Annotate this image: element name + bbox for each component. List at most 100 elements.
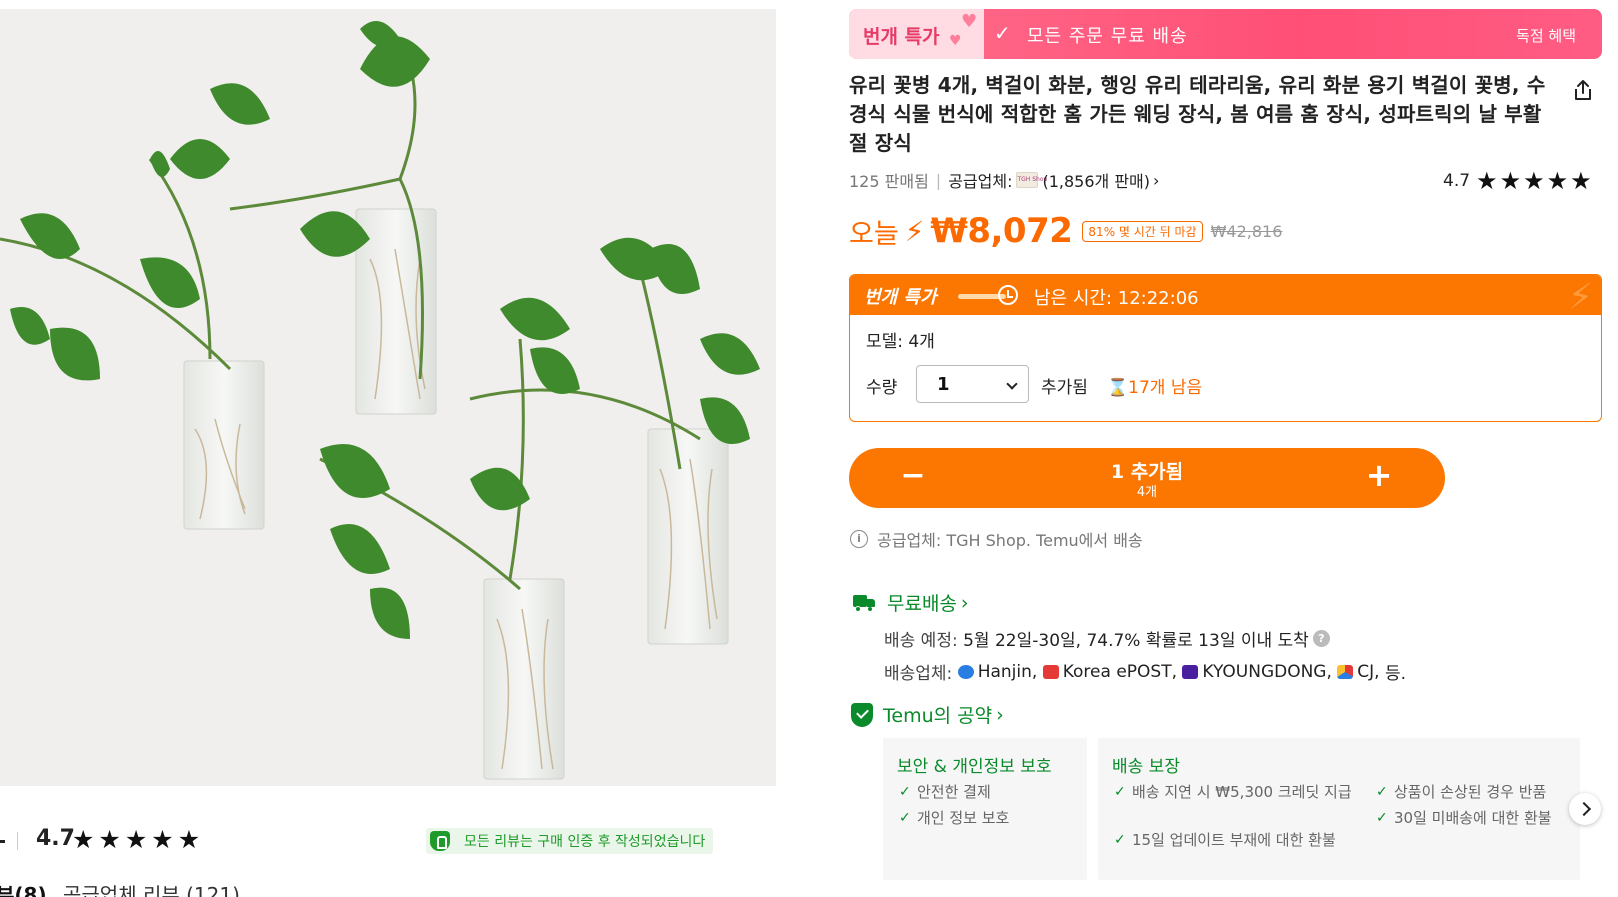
review-score: 4.7: [36, 826, 75, 851]
carrier-hanjin: Hanjin,: [977, 661, 1038, 682]
carousel-next-button[interactable]: [1569, 793, 1601, 825]
info-icon[interactable]: i: [850, 530, 868, 548]
carrier-cj: CJ,: [1357, 661, 1380, 682]
product-rating[interactable]: 4.7 ★ ★ ★ ★ ★: [1443, 168, 1592, 194]
quantity-value: 1: [937, 374, 950, 395]
carriers-line: 배송업체: Hanjin, Korea ePOST, KYOUNGDONG, C…: [884, 659, 1407, 685]
flash-sale-badge: 번개 특가 ♥ ♥: [849, 9, 984, 59]
glass-vase-3: [647, 428, 729, 645]
cart-added-variant: 4개: [1136, 485, 1158, 500]
supplier-note-text: 공급업체: TGH Shop. Temu에서 배송: [877, 531, 1143, 550]
review-stars: ★ ★ ★ ★ ★: [72, 827, 200, 853]
carrier-kyoungdong: KYOUNGDONG,: [1202, 661, 1332, 682]
chevron-right-icon: ›: [960, 591, 969, 614]
star-icon: ★: [1476, 167, 1498, 195]
time-remaining: 남은 시간: 12:22:06: [1034, 288, 1199, 309]
price-row: 오늘 ⚡ ₩8,072 81% 몇 시간 뒤 마감 ₩42,816: [849, 211, 1282, 251]
discount-deadline-badge: 81% 몇 시간 뒤 마감: [1082, 220, 1203, 242]
carriers-label: 배송업체:: [884, 664, 953, 684]
quantity-select[interactable]: 1: [916, 365, 1029, 403]
list-item: 30일 미배송에 대한 환불: [1376, 808, 1580, 829]
supplier-shipping-note: i 공급업체: TGH Shop. Temu에서 배송: [850, 527, 1143, 551]
shield-lock-icon: [430, 831, 450, 851]
verified-reviews-badge: 모든 리뷰는 구매 인증 후 작성되었습니다: [426, 828, 714, 854]
carriers-etc: 등.: [1385, 664, 1407, 684]
glass-vase-4: [483, 578, 565, 780]
list-item: 개인 정보 보호: [899, 808, 1009, 829]
glass-vase-1: [183, 360, 265, 530]
flash-sale-label: 번개 특가: [864, 287, 937, 308]
star-icon: ★: [98, 825, 121, 854]
heart-icon: ♥: [961, 11, 978, 32]
delivery-estimate-label: 배송 예정:: [884, 631, 958, 651]
supplier-label: 공급업체:: [948, 172, 1013, 191]
delivery-estimate: 배송 예정: 5월 22일-30일, 74.7% 확률로 13일 이내 도착 ?: [884, 626, 1330, 651]
carrier-korea-epost: Korea ePOST,: [1062, 661, 1177, 682]
countdown-timer: 12:22:06: [1117, 288, 1199, 309]
add-to-cart-button[interactable]: − 1 추가됨 4개 +: [849, 448, 1445, 508]
quantity-label: 수량: [866, 378, 898, 398]
clock-icon: [998, 285, 1018, 305]
kyoungdong-logo-icon: [1182, 664, 1199, 679]
star-half-icon: ★: [1570, 167, 1592, 195]
korea-epost-logo-icon: [1042, 664, 1059, 679]
current-price: ₩8,072: [930, 211, 1073, 251]
supplier-sales-link[interactable]: (1,856개 판매): [1042, 168, 1150, 192]
star-icon: ★: [1499, 167, 1522, 195]
supplier-logo[interactable]: TGH Shop: [1016, 172, 1047, 188]
model-option[interactable]: 모델: 4개: [866, 327, 935, 352]
product-meta: 125 판매됨 | 공급업체: TGH Shop (1,856개 판매) ›: [849, 168, 1159, 192]
flash-sale-header: 번개 특가 남은 시간: 12:22:06 ⚡: [850, 275, 1601, 318]
star-icon: ★: [124, 825, 148, 854]
share-icon[interactable]: [1571, 78, 1595, 102]
tab-supplier-reviews[interactable]: 공급업체 리뷰 (121): [63, 879, 240, 897]
lightning-icon: ⚡: [1567, 277, 1593, 318]
today-label: 오늘: [849, 218, 899, 250]
help-icon[interactable]: ?: [1312, 630, 1330, 647]
truck-icon: [849, 593, 877, 613]
hourglass-icon: ⌛: [1107, 378, 1129, 398]
star-icon: ★: [72, 825, 95, 854]
cart-added-label: 1 추가됨: [1110, 461, 1184, 483]
flash-sale-badge-label: 번개 특가: [863, 26, 940, 48]
truncated-mark: [0, 840, 5, 843]
list-item: 상품이 손상된 경우 반품: [1376, 782, 1580, 803]
stock-remaining: ⌛17개 남음: [1107, 378, 1203, 398]
security-card-title: 보안 & 개인정보 보호: [897, 757, 1052, 777]
chevron-right-icon: ›: [1153, 170, 1160, 190]
temu-promise-link[interactable]: Temu의 공약 ›: [851, 701, 1004, 728]
heart-icon: ♥: [949, 33, 962, 49]
increase-quantity-button[interactable]: +: [1361, 456, 1397, 494]
star-half-icon: ★: [177, 825, 201, 854]
list-item: 15일 업데이트 부재에 대한 환불: [1114, 830, 1354, 851]
rating-stars: ★ ★ ★ ★ ★: [1476, 168, 1592, 194]
product-photo-illustration: [0, 9, 776, 786]
free-shipping-link[interactable]: 무료배송 ›: [849, 589, 969, 616]
star-icon: ★: [1546, 167, 1569, 195]
original-price: ₩42,816: [1210, 221, 1283, 241]
rating-score: 4.7: [1443, 171, 1471, 191]
chevron-right-icon: ›: [996, 703, 1004, 726]
security-privacy-card[interactable]: 보안 & 개인정보 보호 안전한 결제 개인 정보 보호: [883, 738, 1087, 880]
product-title: 유리 꽃병 4개, 벽걸이 화분, 행잉 유리 테라리움, 유리 화분 용기 벽…: [849, 73, 1546, 155]
list-item: 배송 지연 시 ₩5,300 크레딧 지급: [1114, 782, 1354, 803]
hanjin-logo-icon: [957, 664, 974, 679]
delivery-guarantee-card[interactable]: 배송 보장 배송 지연 시 ₩5,300 크레딧 지급 15일 업데이트 부재에…: [1098, 738, 1580, 880]
divider: |: [935, 170, 942, 190]
free-shipping-title: 무료배송: [887, 593, 957, 615]
check-icon: ✓: [994, 21, 1011, 45]
cj-logo-icon: [1337, 664, 1354, 679]
tab-reviews[interactable]: 뷰(8): [0, 879, 47, 897]
added-label: 추가됨: [1041, 378, 1088, 398]
chevron-down-icon: [1006, 378, 1018, 390]
product-main-image[interactable]: [0, 9, 776, 786]
star-icon: ★: [151, 825, 174, 854]
temu-promise-title: Temu의 공약: [883, 705, 993, 727]
flash-sale-promo-banner[interactable]: 번개 특가 ♥ ♥ ✓ 모든 주문 무료 배송 독점 혜택: [849, 9, 1602, 59]
shield-check-icon: [851, 702, 873, 727]
lightning-icon: ⚡: [904, 214, 925, 248]
divider: [17, 832, 18, 850]
list-item: 안전한 결제: [899, 782, 991, 803]
free-shipping-message: 모든 주문 무료 배송: [1027, 26, 1188, 47]
flash-sale-panel: 번개 특가 남은 시간: 12:22:06 ⚡ 모델: 4개 수량 1 추가됨 …: [849, 274, 1602, 422]
